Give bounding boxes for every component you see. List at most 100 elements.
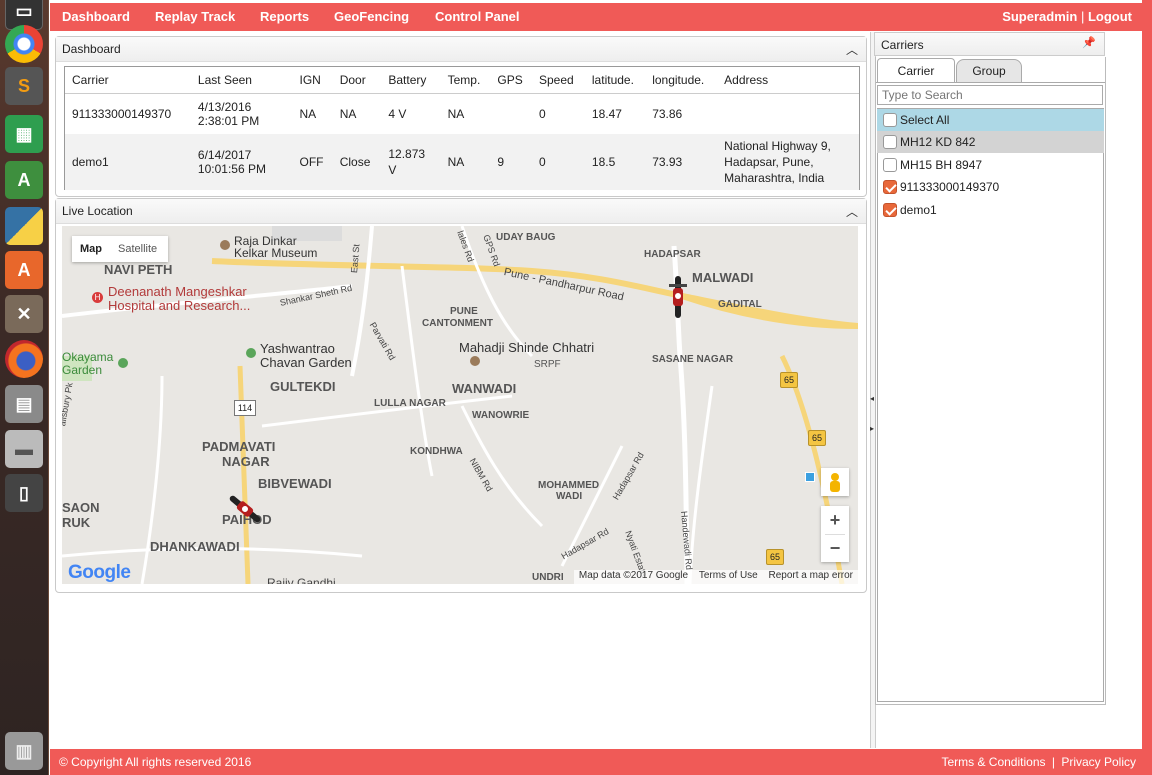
cell-temp: NA bbox=[447, 106, 465, 121]
table-row[interactable]: 911333000149370 4/13/2016 2:38:01 PM NA N… bbox=[65, 94, 859, 134]
map-data-text: Map data ©2017 Google bbox=[578, 570, 689, 581]
col-longitude[interactable]: longitude. bbox=[645, 67, 718, 94]
file-manager-icon[interactable]: ▤ bbox=[5, 385, 43, 423]
monument-marker-icon bbox=[470, 356, 480, 366]
nav-replay-track[interactable]: Replay Track bbox=[155, 9, 235, 24]
col-temp[interactable]: Temp. bbox=[440, 67, 491, 94]
map-label: MOHAMMED bbox=[538, 480, 600, 491]
map-terms-link[interactable]: Terms of Use bbox=[699, 570, 758, 581]
col-address[interactable]: Address bbox=[717, 67, 859, 94]
nav-control-panel[interactable]: Control Panel bbox=[435, 9, 520, 24]
park-marker-icon bbox=[246, 348, 256, 358]
map-label: Deenanath Mangeshkar bbox=[108, 284, 247, 299]
cell-latitude: 18.47 bbox=[591, 106, 622, 121]
username-link[interactable]: Superadmin bbox=[1002, 9, 1077, 24]
carrier-item[interactable]: MH15 BH 8947 bbox=[877, 154, 1104, 176]
map-label: NAGAR bbox=[222, 454, 270, 469]
checkbox[interactable] bbox=[883, 158, 897, 172]
tab-carrier[interactable]: Carrier bbox=[877, 58, 955, 83]
firefox-icon[interactable] bbox=[5, 340, 43, 378]
col-battery[interactable]: Battery bbox=[381, 67, 441, 94]
collapse-chevron-icon[interactable]: ︿ bbox=[846, 41, 858, 58]
map-label: Rajiv Gandhi bbox=[267, 576, 336, 584]
col-latitude[interactable]: latitude. bbox=[584, 67, 646, 94]
vehicle-marker-demo1[interactable] bbox=[222, 494, 268, 524]
map-label: SRPF bbox=[534, 359, 561, 370]
carrier-item-label: demo1 bbox=[900, 203, 937, 217]
map-label: UDAY BAUG bbox=[496, 232, 556, 243]
pin-icon[interactable]: 📌 bbox=[1082, 36, 1096, 49]
checkbox[interactable] bbox=[883, 135, 897, 149]
disk-icon[interactable]: ▬ bbox=[5, 430, 43, 468]
map-label: HADAPSAR bbox=[644, 249, 701, 260]
nav-geofencing[interactable]: GeoFencing bbox=[334, 9, 409, 24]
collapse-chevron-icon[interactable]: ︿ bbox=[846, 203, 858, 220]
dashboard-header: Dashboard ︿ bbox=[56, 37, 866, 62]
software-center-icon[interactable]: A bbox=[5, 251, 43, 289]
phone-icon[interactable]: ▯ bbox=[5, 474, 43, 512]
map-type-satellite-button[interactable]: Satellite bbox=[118, 243, 157, 255]
checkbox-checked[interactable] bbox=[883, 203, 897, 217]
python-icon[interactable] bbox=[5, 207, 43, 245]
motorbike-icon bbox=[229, 495, 261, 523]
carrier-item-label: 911333000149370 bbox=[900, 180, 1000, 194]
hospital-marker-icon: H bbox=[92, 292, 103, 303]
map-label: CANTONMENT bbox=[422, 318, 493, 329]
nav-reports[interactable]: Reports bbox=[260, 9, 309, 24]
checkbox[interactable] bbox=[883, 113, 897, 127]
col-gps[interactable]: GPS bbox=[490, 67, 532, 94]
cell-door: Close bbox=[339, 154, 371, 169]
checkbox-checked[interactable] bbox=[883, 180, 897, 194]
logout-link[interactable]: Logout bbox=[1088, 9, 1132, 24]
zoom-in-button[interactable]: + bbox=[821, 506, 849, 534]
spreadsheet-icon[interactable]: ▦ bbox=[5, 115, 43, 153]
cell-ign: OFF bbox=[299, 154, 324, 169]
col-speed[interactable]: Speed bbox=[531, 67, 585, 94]
map-type-control: Map Satellite bbox=[72, 236, 168, 262]
col-door[interactable]: Door bbox=[332, 67, 382, 94]
cell-carrier: demo1 bbox=[72, 154, 109, 169]
cell-speed: 0 bbox=[538, 106, 546, 121]
carrier-item[interactable]: demo1 bbox=[877, 199, 1104, 221]
street-view-pegman-icon[interactable] bbox=[821, 468, 849, 496]
cell-carrier: 911333000149370 bbox=[72, 106, 172, 121]
tab-group[interactable]: Group bbox=[956, 59, 1022, 83]
carrier-item[interactable]: MH12 KD 842 bbox=[877, 131, 1104, 153]
trash-icon[interactable]: ▥ bbox=[5, 732, 43, 770]
expand-right-icon[interactable]: ▸ bbox=[870, 424, 874, 433]
cell-door: NA bbox=[339, 106, 357, 121]
collapse-left-icon[interactable]: ◂ bbox=[870, 394, 874, 403]
nav-dashboard[interactable]: Dashboard bbox=[62, 9, 130, 24]
map-type-map-button[interactable]: Map bbox=[80, 243, 102, 255]
col-last-seen[interactable]: Last Seen bbox=[190, 67, 293, 94]
vehicle-marker-911333000149370[interactable] bbox=[666, 274, 690, 320]
live-location-title: Live Location bbox=[62, 204, 133, 218]
map-label: Okayama bbox=[62, 350, 114, 364]
privacy-link[interactable]: Privacy Policy bbox=[1061, 755, 1136, 769]
cell-address: National Highway 9, Hadapsar, Pune, Maha… bbox=[724, 138, 831, 185]
col-carrier[interactable]: Carrier bbox=[65, 67, 191, 94]
zoom-out-button[interactable]: − bbox=[821, 534, 849, 562]
table-row[interactable]: demo1 6/14/2017 10:01:56 PM OFF Close 12.… bbox=[65, 133, 859, 190]
map-report-error-link[interactable]: Report a map error bbox=[769, 570, 853, 581]
sublime-text-icon[interactable]: S bbox=[5, 67, 43, 105]
carrier-item[interactable]: 911333000149370 bbox=[877, 176, 1104, 198]
chrome-icon[interactable] bbox=[5, 25, 43, 63]
carrier-search-input[interactable] bbox=[877, 85, 1103, 105]
nav-separator: | bbox=[1080, 9, 1085, 24]
map-label: Hospital and Research... bbox=[108, 298, 251, 313]
android-studio-icon[interactable]: A bbox=[5, 161, 43, 199]
carriers-header: Carriers 📌 bbox=[874, 32, 1105, 56]
map-label: MALWADI bbox=[692, 270, 754, 285]
carrier-item-select-all[interactable]: Select All bbox=[877, 109, 1104, 131]
route-shield-icon: 65 bbox=[808, 430, 826, 446]
live-location-header: Live Location ︿ bbox=[56, 199, 866, 224]
settings-icon[interactable]: ✕ bbox=[5, 295, 43, 333]
terms-link[interactable]: Terms & Conditions bbox=[941, 755, 1045, 769]
map-canvas[interactable]: Map Satellite Raja Dinkar Kelkar Museum … bbox=[62, 226, 858, 584]
map-label: PUNE bbox=[450, 306, 478, 317]
map-label: NAVI PETH bbox=[104, 262, 173, 277]
col-ign[interactable]: IGN bbox=[292, 67, 333, 94]
top-navigation: Dashboard Replay Track Reports GeoFencin… bbox=[50, 3, 1142, 31]
map-label: KONDHWA bbox=[410, 446, 463, 457]
